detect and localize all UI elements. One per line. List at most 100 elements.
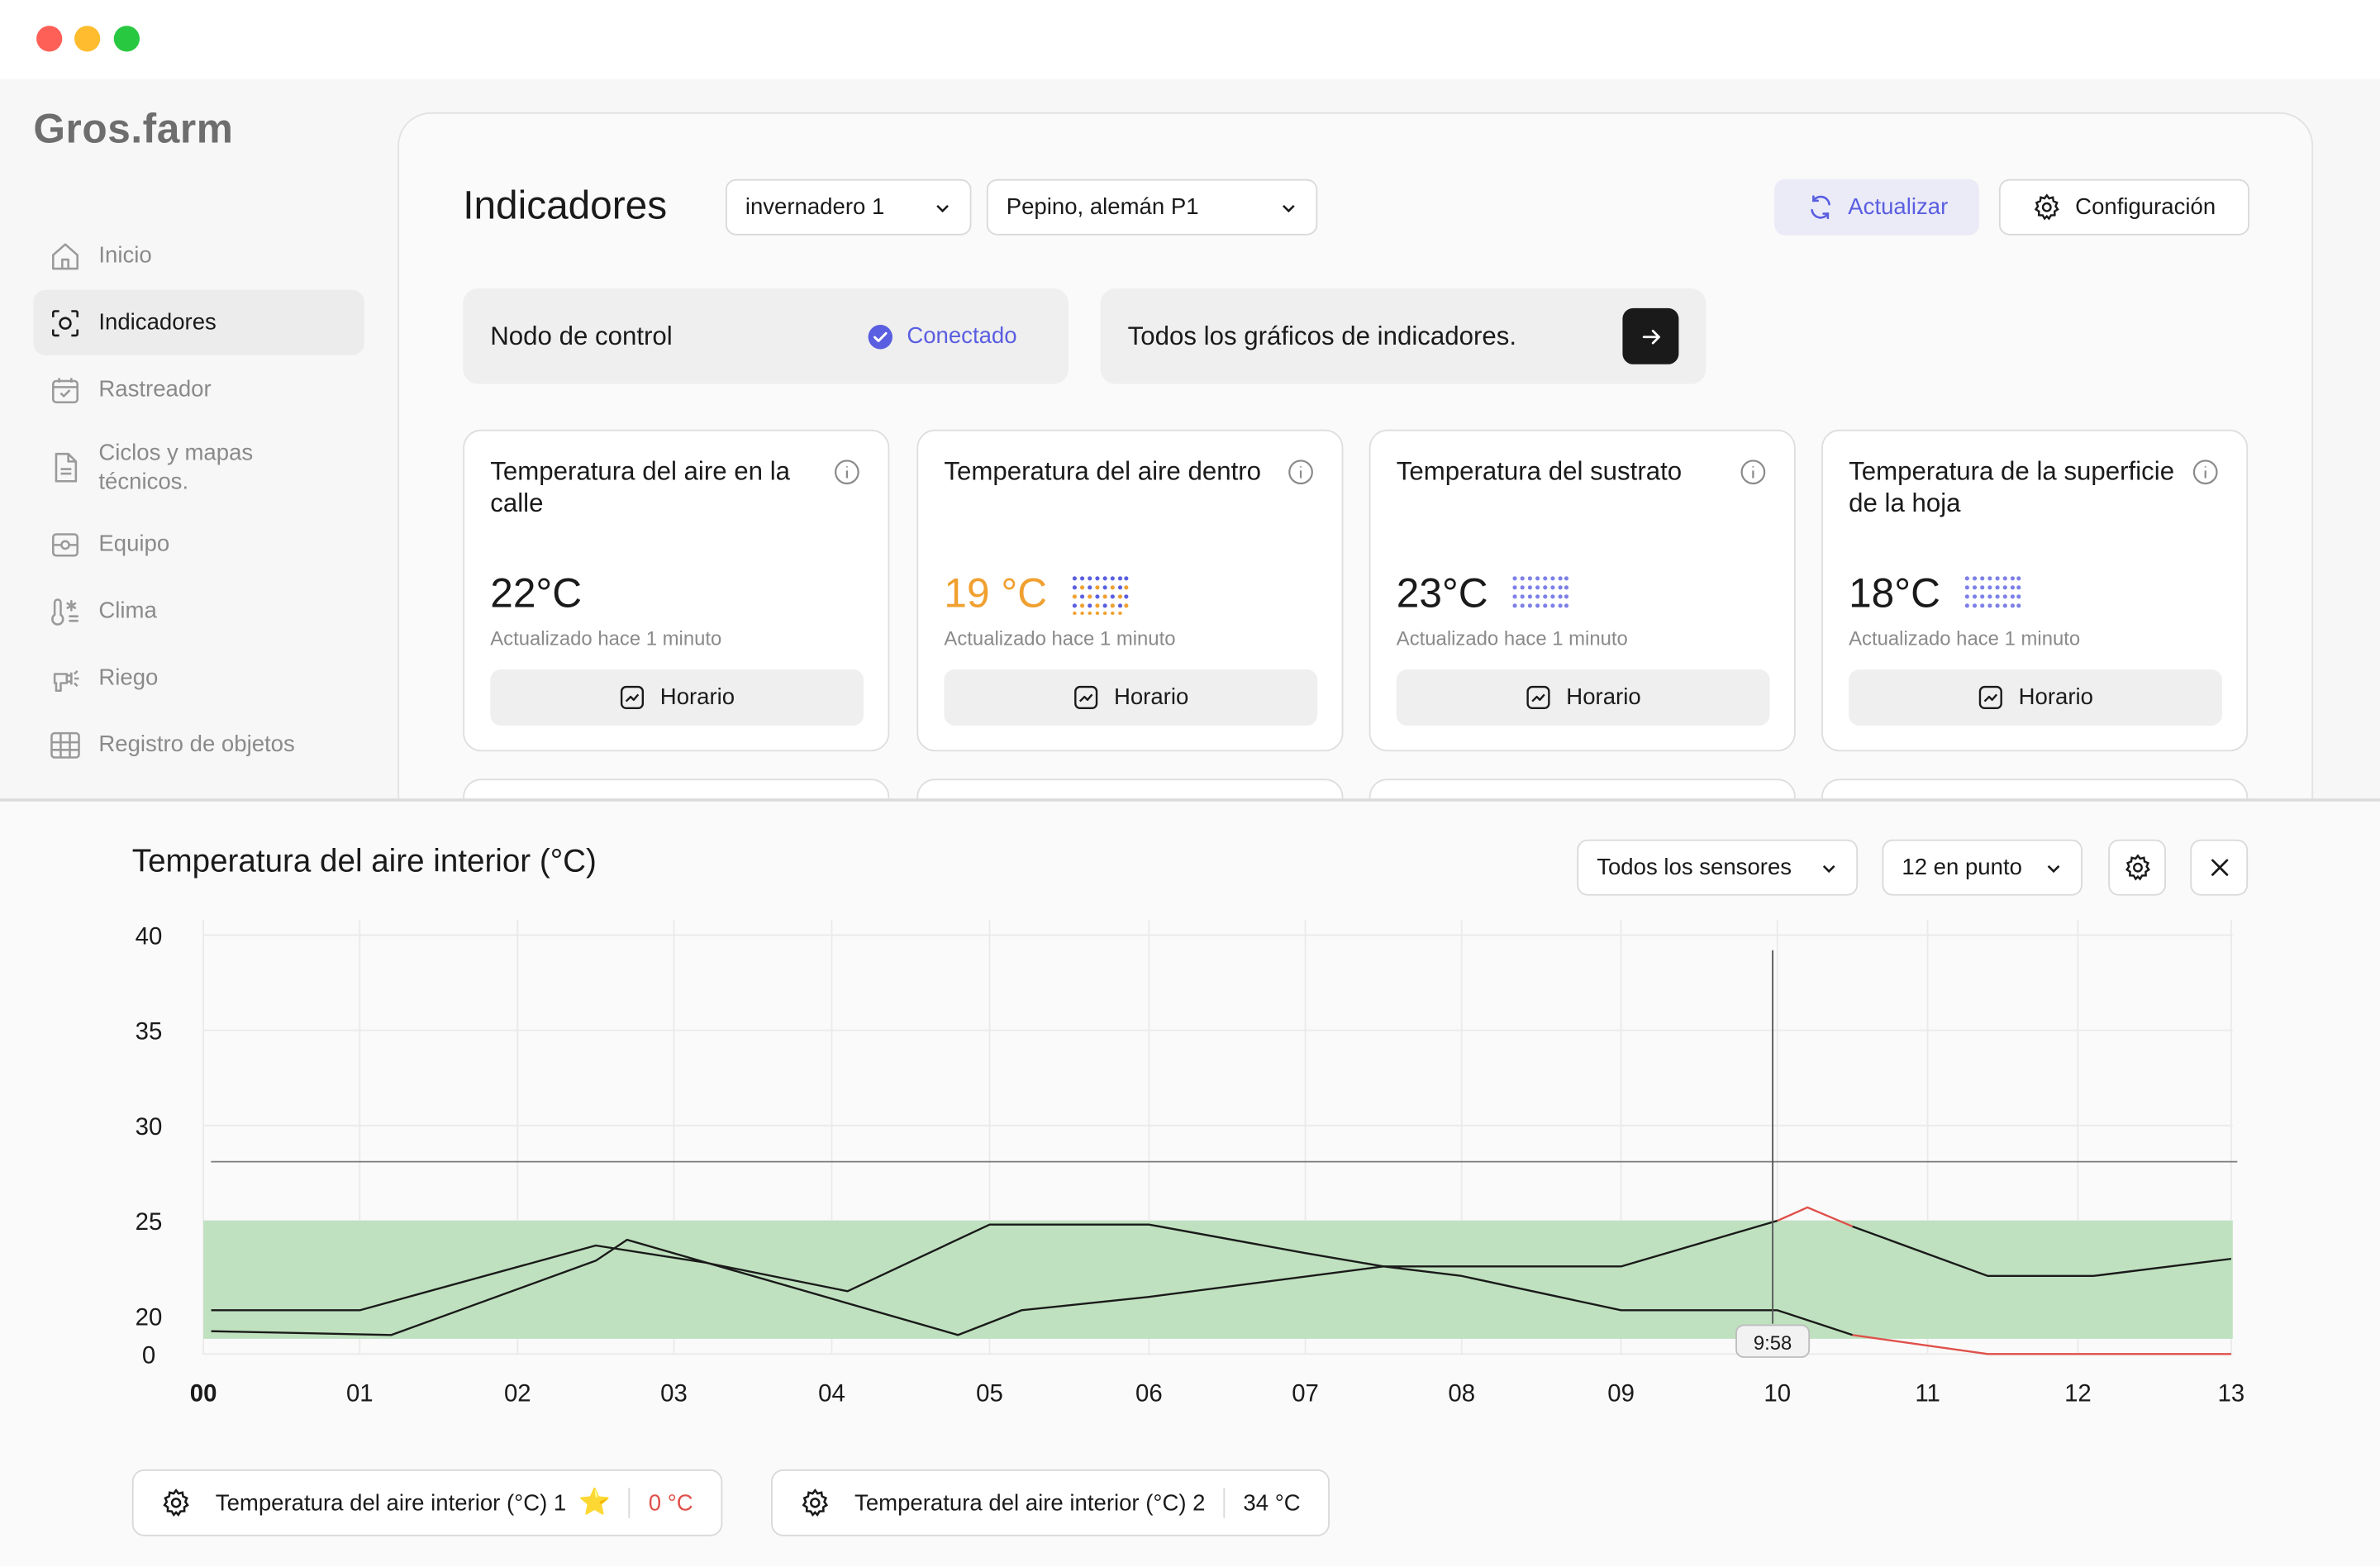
x-tick-label: 06 [1135,1379,1163,1407]
indicator-card: Temperatura del sustrato 23°C Actualizad… [1368,429,1796,752]
indicator-value-row: 19 °C [944,571,1129,618]
x-tick-label: 01 [346,1379,374,1407]
schedule-label: Horario [2018,684,2093,711]
legend-series-value: 34 °C [1243,1489,1301,1516]
sidebar-item-equipo[interactable]: Equipo [33,512,364,577]
check-circle-icon [868,322,895,350]
indicator-title: Temperatura del sustrato [1396,456,1683,486]
x-tick-label: 11 [1915,1379,1940,1407]
app-logo: Gros.farm [33,106,234,152]
greenhouse-select[interactable]: invernadero 1 [725,179,972,236]
sidebar-item-indicadores[interactable]: Indicadores [33,289,364,355]
gear-icon[interactable] [161,1488,192,1518]
sensor-dots-icon [1071,574,1129,614]
crop-select-value: Pepino, alemán P1 [1006,194,1199,221]
sidebar-item-clima[interactable]: Clima [33,579,364,644]
update-label: Actualizar [1848,194,1949,221]
gear-icon[interactable] [800,1488,831,1518]
indicator-value: 22°C [490,570,583,617]
schedule-label: Horario [659,684,735,711]
chart-bottom-sheet: Temperatura del aire interior (°C) Todos… [0,798,2380,1567]
legend-series-2[interactable]: Temperatura del aire interior (°C) 2 34 … [771,1469,1330,1536]
legend-series-value: 0 °C [648,1489,693,1516]
x-tick-label: 04 [818,1379,845,1407]
chart-icon [1073,684,1098,710]
indicator-card [916,779,1344,799]
info-icon[interactable] [833,459,860,486]
equipment-icon [49,527,82,560]
chart-icon [1526,684,1551,710]
sidebar-item-registro[interactable]: Registro de objetos [33,712,364,777]
chart-icon [1978,684,2003,710]
schedule-button[interactable]: Horario [1396,669,1770,726]
indicator-card: Temperatura del aire dentro 19 °C Actual… [916,429,1344,752]
indicator-card: Temperatura del aire en la calle 22°C Ac… [463,429,890,752]
home-icon [49,239,82,272]
gear-icon [2033,193,2062,221]
update-button[interactable]: Actualizar [1774,179,1980,236]
indicator-card [1368,779,1796,799]
sidebar-item-label: Equipo [98,531,170,558]
chevron-down-icon [934,198,952,217]
all-charts-label: Todos los gráficos de indicadores. [1127,321,1517,350]
window-titlebar [0,0,2380,79]
schedule-label: Horario [1113,684,1189,711]
document-icon [49,450,82,483]
all-charts-link[interactable]: Todos los gráficos de indicadores. [1100,288,1706,384]
x-tick-label: 13 [2218,1379,2245,1407]
sidebar-item-ciclos[interactable]: Ciclos y mapas técnicos. [33,423,364,510]
indicator-title: Temperatura de la superficie de la hoja [1849,456,2175,518]
info-icon[interactable] [1740,459,1767,486]
page-title: Indicadores [463,182,668,228]
settings-button[interactable]: Configuración [1998,179,2249,236]
irrigation-icon [49,661,82,694]
sidebar-item-partial[interactable] [33,779,364,798]
divider [628,1487,631,1518]
sensor-dots-icon [1512,574,1570,614]
app-main: Gros.farm Inicio Indicadores Rastreador [0,79,2380,799]
info-icon[interactable] [1288,459,1315,486]
schedule-button[interactable]: Horario [1849,669,2222,726]
schedule-label: Horario [1566,684,1641,711]
temperature-chart: 0 20 25 30 35 40 00 01 02 03 04 05 06 07 08 09 10 11 12 13 9… [136,920,2245,1407]
x-tick-label: 12 [2064,1379,2092,1407]
info-icon[interactable] [2192,459,2219,486]
arrow-right-icon[interactable] [1622,307,1679,364]
grid-icon [49,728,82,761]
indicator-updated: Actualizado hace 1 minuto [1849,626,2081,650]
legend-series-label: Temperatura del aire interior (°C) 1 [215,1489,567,1516]
indicator-value-row: 18°C [1849,571,2022,618]
divider [1223,1487,1226,1518]
sidebar-item-riego[interactable]: Riego [33,645,364,711]
greenhouse-select-value: invernadero 1 [745,194,885,221]
y-tick-label: 30 [136,1113,163,1141]
calendar-check-icon [49,373,82,406]
close-window-button[interactable] [36,26,63,52]
thermometer-icon [49,594,82,627]
connection-status: Conectado [868,322,1017,350]
star-icon[interactable]: ⭐ [578,1488,611,1518]
sidebar: Inicio Indicadores Rastreador Ciclos y m… [33,223,364,798]
indicator-updated: Actualizado hace 1 minuto [944,626,1176,650]
connection-status-label: Conectado [907,323,1017,350]
minimize-window-button[interactable] [74,26,101,52]
indicators-icon [49,306,82,339]
sidebar-item-label: Riego [98,664,159,691]
x-tick-label: 07 [1292,1379,1319,1407]
indicator-title: Temperatura del aire dentro [944,456,1262,486]
indicators-panel: Indicadores invernadero 1 Pepino, alemán… [397,112,2314,799]
x-tick-label: 08 [1448,1379,1475,1407]
indicator-value: 23°C [1396,570,1488,617]
sidebar-item-inicio[interactable]: Inicio [33,223,364,288]
schedule-button[interactable]: Horario [490,669,864,726]
y-tick-label: 20 [136,1303,163,1331]
x-tick-label: 05 [976,1379,1003,1407]
refresh-icon [1806,193,1835,221]
schedule-button[interactable]: Horario [944,669,1318,726]
sidebar-item-label: Rastreador [98,376,212,402]
maximize-window-button[interactable] [113,26,140,52]
crop-select[interactable]: Pepino, alemán P1 [986,179,1318,236]
legend-series-1[interactable]: Temperatura del aire interior (°C) 1 ⭐ 0… [131,1469,722,1536]
sidebar-item-rastreador[interactable]: Rastreador [33,357,364,422]
indicator-value: 18°C [1849,570,1940,617]
